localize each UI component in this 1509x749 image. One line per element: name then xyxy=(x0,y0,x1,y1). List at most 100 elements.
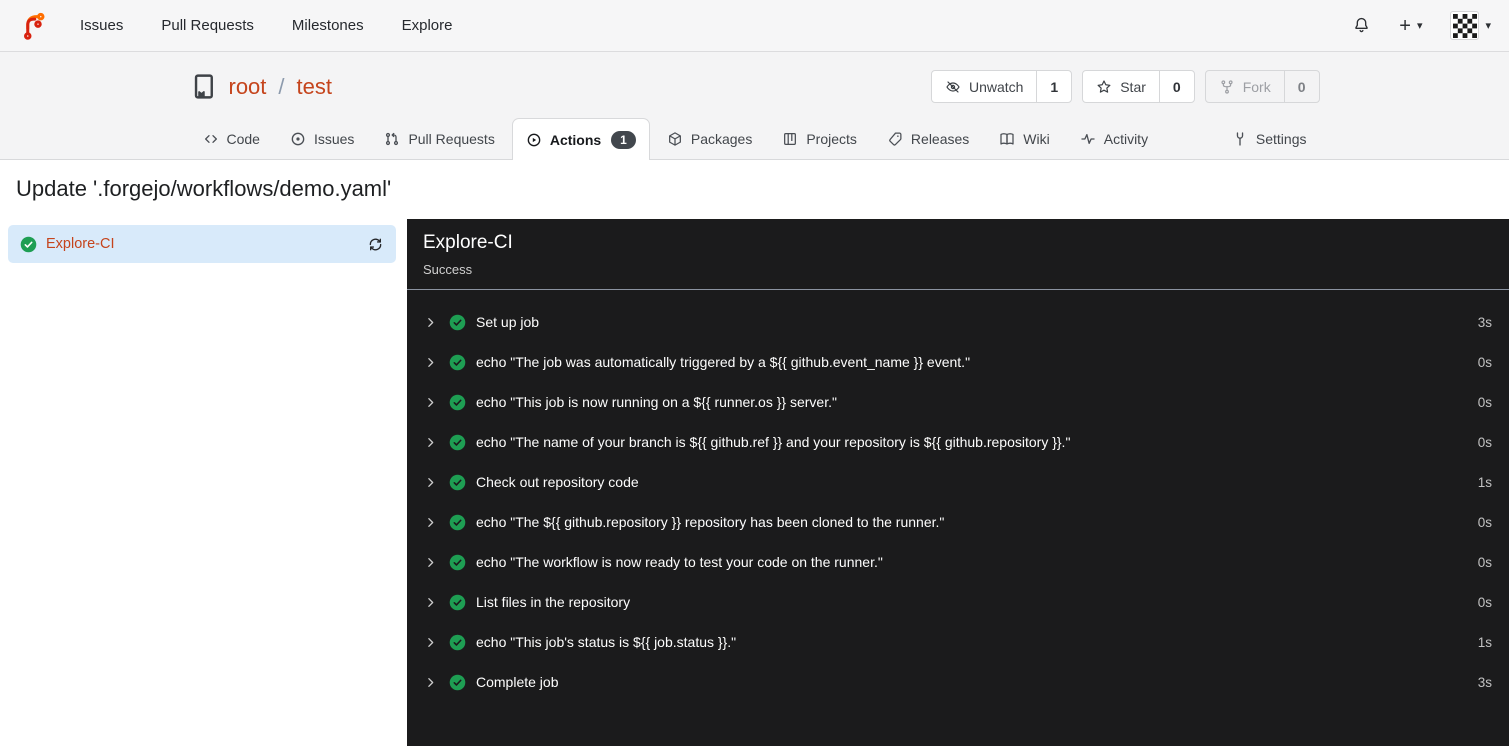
step-duration: 0s xyxy=(1477,594,1492,610)
success-check-icon xyxy=(449,434,466,450)
step-name: echo "The job was automatically triggere… xyxy=(476,354,971,370)
caret-down-icon: ▾ xyxy=(1416,20,1423,32)
step-name: echo "This job's status is ${{ job.statu… xyxy=(476,634,737,650)
tab-issues[interactable]: Issues xyxy=(277,118,367,159)
project-icon xyxy=(784,132,797,145)
tab-code[interactable]: Code xyxy=(190,118,273,159)
repo-owner-link[interactable]: root xyxy=(229,74,267,100)
tab-releases-label: Releases xyxy=(910,130,970,147)
workflow-run-title: Update '.forgejo/workflows/demo.yaml' xyxy=(16,176,392,201)
chevron-right-icon xyxy=(428,357,434,367)
chevron-right-icon xyxy=(428,637,434,647)
step-row[interactable]: Check out repository code 1s xyxy=(424,462,1497,502)
forgejo-logo[interactable] xyxy=(18,10,50,42)
step-row[interactable]: Complete job 3s xyxy=(424,662,1497,702)
star-button[interactable]: Star 0 xyxy=(1082,70,1195,103)
chevron-right-icon xyxy=(428,597,434,607)
job-log-panel: Explore-CI Success Set up job 3s echo "T… xyxy=(407,219,1509,746)
success-check-icon xyxy=(449,314,466,330)
tag-icon xyxy=(889,132,902,146)
tab-activity-label: Activity xyxy=(1103,130,1149,147)
forgejo-logo-icon xyxy=(23,12,45,40)
tab-settings[interactable]: Settings xyxy=(1219,118,1320,159)
step-duration: 1s xyxy=(1477,474,1492,490)
watch-label: Unwatch xyxy=(968,78,1024,95)
tab-issues-label: Issues xyxy=(313,130,355,147)
star-icon xyxy=(1097,79,1111,93)
repo-title-row: root / test Unwatch 1 Star 0 Fork 0 xyxy=(190,70,1320,103)
chevron-right-icon xyxy=(428,437,434,447)
step-name: echo "The ${{ github.repository }} repos… xyxy=(476,514,945,530)
topnav-issues[interactable]: Issues xyxy=(80,17,123,34)
step-name: echo "This job is now running on a ${{ r… xyxy=(476,394,837,410)
step-name: Check out repository code xyxy=(476,474,639,490)
tab-actions-label: Actions xyxy=(549,131,602,148)
eye-slash-icon xyxy=(946,80,960,93)
repo-header: root / test Unwatch 1 Star 0 Fork 0 Code… xyxy=(0,52,1509,160)
user-menu-button[interactable]: ▾ xyxy=(1450,11,1491,40)
repo-name-link[interactable]: test xyxy=(297,74,332,100)
success-check-icon xyxy=(449,354,466,370)
job-name: Explore-CI xyxy=(46,236,115,252)
chevron-right-icon xyxy=(428,317,434,327)
step-duration: 3s xyxy=(1477,674,1492,690)
job-item-explore-ci[interactable]: Explore-CI xyxy=(8,225,396,263)
chevron-right-icon xyxy=(428,397,434,407)
watch-count[interactable]: 1 xyxy=(1036,71,1071,102)
tab-projects[interactable]: Projects xyxy=(769,118,870,159)
repo-tabs: Code Issues Pull Requests Actions 1 Pack… xyxy=(190,118,1320,160)
plus-icon: + xyxy=(1399,14,1411,37)
repo-actions: Unwatch 1 Star 0 Fork 0 xyxy=(930,70,1320,103)
tabs-spacer xyxy=(1165,118,1215,159)
rerun-job-button[interactable] xyxy=(367,236,384,253)
create-new-button[interactable]: + ▾ xyxy=(1399,16,1422,36)
settings-tools-icon xyxy=(1236,131,1244,146)
topnav-milestones[interactable]: Milestones xyxy=(292,17,364,34)
tab-wiki[interactable]: Wiki xyxy=(986,118,1062,159)
step-row[interactable]: echo "This job is now running on a ${{ r… xyxy=(424,382,1497,422)
avatar xyxy=(1450,11,1480,40)
tab-releases[interactable]: Releases xyxy=(874,118,982,159)
log-job-title: Explore-CI xyxy=(423,232,513,253)
fork-count: 0 xyxy=(1283,71,1319,102)
topnav-explore[interactable]: Explore xyxy=(402,17,453,34)
identicon xyxy=(1452,13,1477,38)
bell-icon xyxy=(1355,17,1368,33)
step-row[interactable]: echo "This job's status is ${{ job.statu… xyxy=(424,622,1497,662)
tab-packages[interactable]: Packages xyxy=(654,118,765,159)
step-row[interactable]: echo "The workflow is now ready to test … xyxy=(424,542,1497,582)
step-name: echo "The workflow is now ready to test … xyxy=(476,554,883,570)
tab-pull-requests[interactable]: Pull Requests xyxy=(371,118,507,159)
step-duration: 0s xyxy=(1477,514,1492,530)
watch-button[interactable]: Unwatch 1 xyxy=(930,70,1073,103)
steps-list: Set up job 3s echo "The job was automati… xyxy=(407,290,1509,702)
tab-wiki-label: Wiki xyxy=(1023,130,1050,147)
step-duration: 0s xyxy=(1477,554,1492,570)
issue-icon xyxy=(291,132,305,145)
topnav-pull-requests[interactable]: Pull Requests xyxy=(161,17,254,34)
repo-separator: / xyxy=(278,73,285,99)
fork-button: Fork 0 xyxy=(1204,70,1320,103)
step-name: echo "The name of your branch is ${{ git… xyxy=(476,434,1071,450)
tab-activity[interactable]: Activity xyxy=(1067,118,1161,159)
step-row[interactable]: echo "The ${{ github.repository }} repos… xyxy=(424,502,1497,542)
success-check-icon xyxy=(449,554,466,570)
log-header: Explore-CI Success xyxy=(407,219,1509,290)
step-row[interactable]: echo "The job was automatically triggere… xyxy=(424,342,1497,382)
tab-actions[interactable]: Actions 1 xyxy=(511,118,650,160)
tab-settings-label: Settings xyxy=(1255,130,1307,147)
step-row[interactable]: Set up job 3s xyxy=(424,302,1497,342)
step-row[interactable]: List files in the repository 0s xyxy=(424,582,1497,622)
chevron-right-icon xyxy=(428,557,434,567)
star-count[interactable]: 0 xyxy=(1158,71,1194,102)
step-duration: 3s xyxy=(1477,314,1492,330)
run-body: Explore-CI Explore-CI Success Set up job… xyxy=(0,219,1509,746)
jobs-sidebar: Explore-CI xyxy=(0,219,407,746)
success-check-icon xyxy=(449,634,466,650)
step-duration: 0s xyxy=(1477,434,1492,450)
topnav-items: Issues Pull Requests Milestones Explore xyxy=(80,17,452,34)
step-name: List files in the repository xyxy=(476,594,631,610)
notifications-button[interactable] xyxy=(1352,16,1371,35)
fork-label: Fork xyxy=(1242,78,1271,95)
step-row[interactable]: echo "The name of your branch is ${{ git… xyxy=(424,422,1497,462)
